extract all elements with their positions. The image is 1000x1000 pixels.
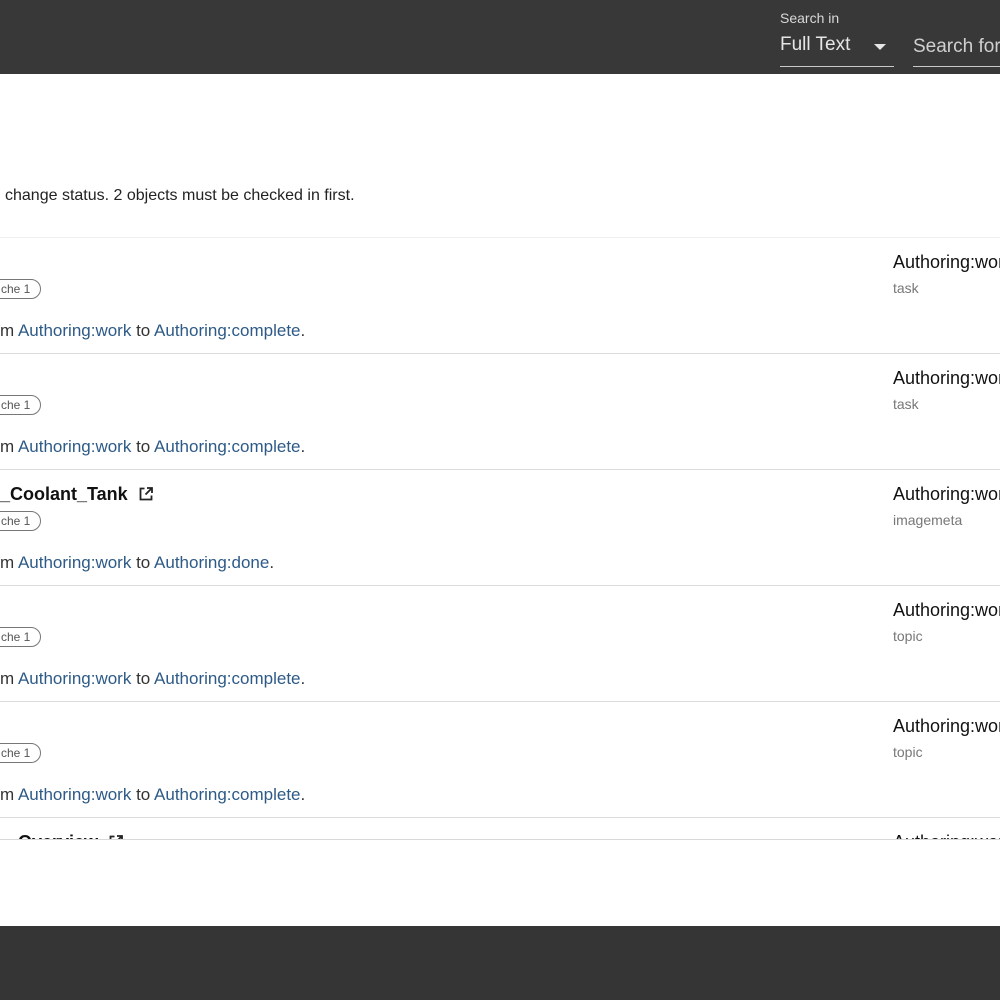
- workflow-state: Authoring:work: [893, 368, 1000, 388]
- branch-chip: che 1: [0, 743, 42, 763]
- to-state: Authoring:complete: [154, 669, 301, 688]
- from-state: Authoring:work: [17, 785, 132, 804]
- search-input[interactable]: Search for: [913, 32, 1000, 67]
- to-state: Authoring:done: [154, 553, 270, 572]
- search-placeholder: Search for: [913, 36, 1000, 57]
- search-scope-select[interactable]: Full Text: [780, 32, 894, 67]
- workflow-state: Authoring:work: [893, 716, 1000, 736]
- from-state: Authoring:work: [17, 321, 132, 340]
- object-type: imagemeta: [893, 512, 963, 528]
- transition-text: m Authoring:work to Authoring:complete.: [0, 437, 306, 456]
- object-title: _Coolant_Tank: [0, 484, 154, 505]
- change-status-dialog: change status. 2 objects must be checked…: [0, 74, 1000, 926]
- from-state: Authoring:work: [17, 437, 132, 456]
- list-item[interactable]: che 1 m Authoring:work to Authoring:comp…: [0, 354, 1000, 470]
- search-in-label: Search in: [780, 10, 840, 26]
- from-state: Authoring:work: [17, 553, 132, 572]
- list-item[interactable]: che 1 m Authoring:work to Authoring:comp…: [0, 702, 1000, 818]
- status-message: change status. 2 objects must be checked…: [5, 187, 355, 204]
- workflow-state: Authoring:work: [893, 484, 1000, 504]
- to-state: Authoring:complete: [154, 785, 301, 804]
- to-state: Authoring:complete: [154, 321, 301, 340]
- branch-chip: che 1: [0, 279, 42, 299]
- workflow-state: Authoring:work: [893, 252, 1000, 272]
- top-bar: Search in Full Text Search for: [0, 0, 1000, 74]
- list-item[interactable]: _Overview Authoring:work: [0, 818, 1000, 840]
- transition-text: m Authoring:work to Authoring:done.: [0, 553, 275, 572]
- transition-text: m Authoring:work to Authoring:complete.: [0, 321, 306, 340]
- object-type: task: [893, 396, 919, 412]
- workflow-state: Authoring:work: [893, 600, 1000, 620]
- search-scope-value: Full Text: [780, 34, 851, 55]
- object-type: task: [893, 280, 919, 296]
- object-type: topic: [893, 744, 923, 760]
- to-state: Authoring:complete: [154, 437, 301, 456]
- branch-chip: che 1: [0, 511, 42, 531]
- branch-chip: che 1: [0, 395, 42, 415]
- list-item[interactable]: che 1 m Authoring:work to Authoring:comp…: [0, 586, 1000, 702]
- divider: [0, 839, 1000, 840]
- from-state: Authoring:work: [17, 669, 132, 688]
- list-item[interactable]: _Coolant_Tank che 1 m Authoring:work to …: [0, 470, 1000, 586]
- object-list[interactable]: che 1 m Authoring:work to Authoring:comp…: [0, 237, 1000, 840]
- caret-down-icon: [874, 44, 886, 50]
- branch-chip: che 1: [0, 627, 42, 647]
- transition-text: m Authoring:work to Authoring:complete.: [0, 669, 306, 688]
- external-link-icon[interactable]: [138, 486, 154, 502]
- list-item[interactable]: che 1 m Authoring:work to Authoring:comp…: [0, 238, 1000, 354]
- transition-text: m Authoring:work to Authoring:complete.: [0, 785, 306, 804]
- object-type: topic: [893, 628, 923, 644]
